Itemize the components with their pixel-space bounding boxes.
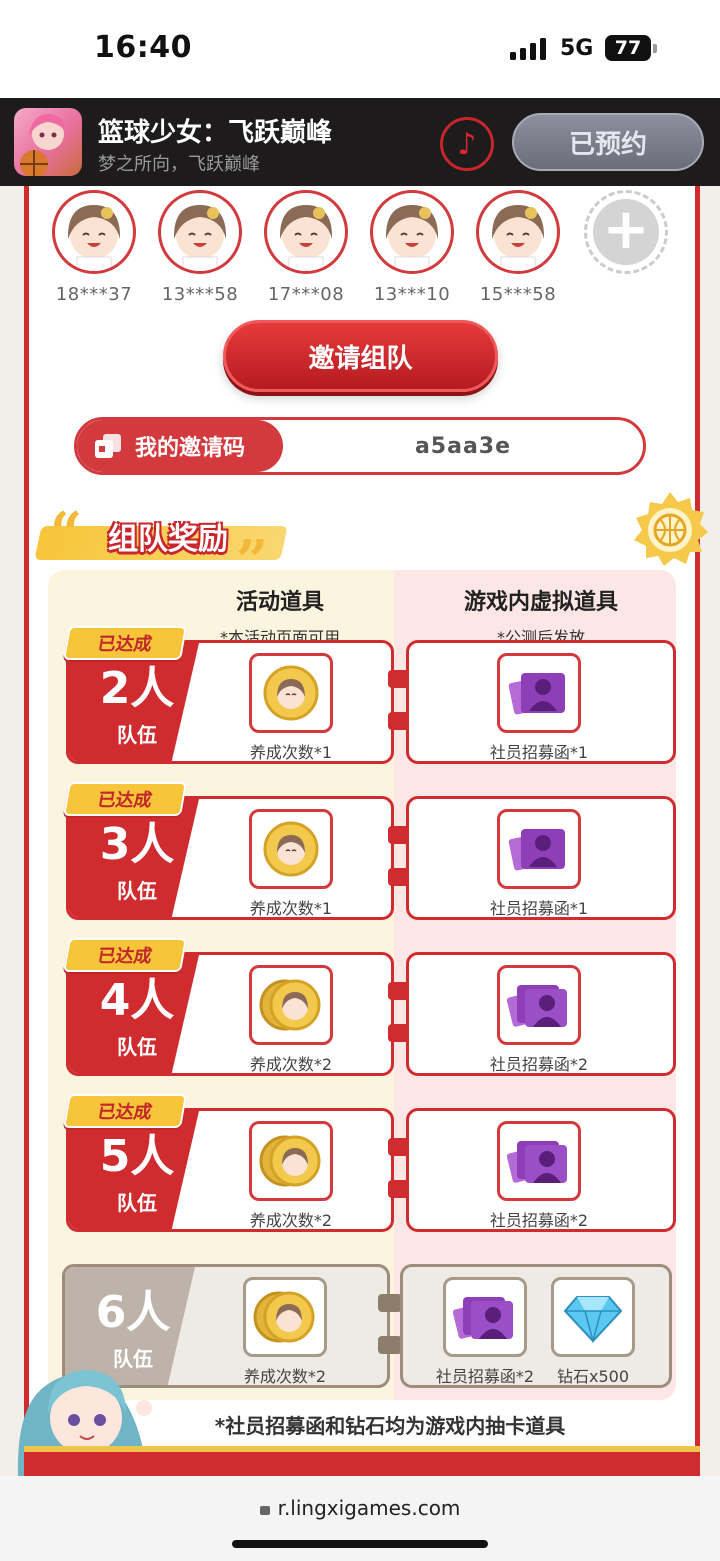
achieved-badge: 已达成 <box>63 782 187 816</box>
member-number: 18***37 <box>55 284 133 305</box>
tier-people: 2人 <box>99 663 175 714</box>
connector <box>378 1294 402 1312</box>
left-item-label: 养成次数*1 <box>249 899 333 918</box>
coin-stack-item[interactable] <box>243 1277 327 1357</box>
home-indicator[interactable] <box>232 1540 488 1548</box>
member-number: 13***10 <box>373 284 451 305</box>
tier-row: 3人 队伍 养成次数*1 已达成 社员招募函*1 <box>63 782 680 924</box>
member-slot: 13***10 <box>370 190 454 305</box>
avatar <box>52 190 136 274</box>
ingame-items-header: 游戏内虚拟道具 *公测后发放 <box>420 584 662 648</box>
lock-icon <box>259 1506 270 1515</box>
avatar <box>370 190 454 274</box>
tier-right-panel: 社员招募函*2 <box>406 1108 676 1232</box>
right-item-label: 社员招募函*1 <box>489 899 589 918</box>
recruit-letter-item[interactable] <box>497 1121 581 1201</box>
left-item-label: 养成次数*2 <box>243 1367 327 1386</box>
basketball-badge-icon <box>634 492 708 566</box>
status-time: 16:40 <box>94 30 192 65</box>
tier-row: 4人 队伍 养成次数*2 已达成 社员招募函*2 <box>63 938 680 1080</box>
coin-stack-item[interactable] <box>249 1121 333 1201</box>
invite-code-label: 我的邀请码 <box>77 420 283 472</box>
tier-team-label: 队伍 <box>117 879 157 903</box>
right-item-label: 社员招募函*1 <box>489 743 589 762</box>
avatar <box>264 190 348 274</box>
signal-icon <box>510 38 546 60</box>
app-title: 篮球少女：飞跃巅峰 <box>98 118 333 148</box>
section-title-text: 组队奖励 <box>108 522 228 557</box>
right-item-label: 社员招募函*2 <box>489 1055 589 1074</box>
coin-stack-item[interactable] <box>249 965 333 1045</box>
right-item-label: 社员招募函*2 <box>489 1211 589 1230</box>
status-bar: 16:40 5G 77 <box>0 0 720 98</box>
column-title: 活动道具 <box>235 590 324 615</box>
member-number: 13***58 <box>161 284 239 305</box>
member-slot: 18***37 <box>52 190 136 305</box>
tier-right-panel: 社员招募函*2 钻石x500 <box>400 1264 672 1388</box>
tier-right-panel: 社员招募函*1 <box>406 796 676 920</box>
achieved-badge: 已达成 <box>63 626 187 660</box>
battery-level: 77 <box>614 37 642 59</box>
member-number: 15***58 <box>479 284 557 305</box>
recruit-letter-item[interactable] <box>497 653 581 733</box>
avatar <box>158 190 242 274</box>
url-bar[interactable]: r.lingxigames.com <box>0 1496 720 1520</box>
section-title: “ 组队奖励 ” <box>34 500 288 594</box>
tier-right-panel: 社员招募函*1 <box>406 640 676 764</box>
app-subtitle: 梦之所向，飞跃巅峰 <box>98 154 260 175</box>
recruit-letter-item[interactable] <box>497 809 581 889</box>
achieved-badge: 已达成 <box>63 1094 187 1128</box>
diamond-item[interactable] <box>551 1277 635 1357</box>
tier-right-panel: 社员招募函*2 <box>406 952 676 1076</box>
member-number: 17***08 <box>267 284 345 305</box>
plus-icon: + <box>593 199 659 265</box>
left-item-label: 养成次数*2 <box>249 1211 333 1230</box>
invite-code-value[interactable]: a5aa3e <box>283 420 643 472</box>
tier-team-label: 队伍 <box>117 1191 157 1215</box>
tier-people: 5人 <box>99 1131 175 1182</box>
app-icon[interactable] <box>14 108 82 176</box>
invite-code-box[interactable]: 我的邀请码 a5aa3e <box>74 417 646 475</box>
cards-icon <box>95 434 121 458</box>
quote-open-icon: “ <box>50 500 83 566</box>
tier-people: 4人 <box>99 975 175 1026</box>
url-text: r.lingxigames.com <box>277 1496 461 1520</box>
tier-row: 5人 队伍 养成次数*2 已达成 社员招募函*2 <box>63 1094 680 1236</box>
music-note-icon[interactable]: ♪ <box>440 117 494 171</box>
recruit-letter-item[interactable] <box>497 965 581 1045</box>
right-item-label: 钻石x500 <box>556 1367 629 1386</box>
member-slot: 15***58 <box>476 190 560 305</box>
connector <box>378 1336 402 1354</box>
card-bottom-border <box>24 1446 700 1476</box>
app-banner: 篮球少女：飞跃巅峰 梦之所向，飞跃巅峰 ♪ 已预约 <box>0 98 720 186</box>
avatar <box>476 190 560 274</box>
browser-bottom-bar: r.lingxigames.com <box>0 1476 720 1561</box>
tier-people: 6人 <box>95 1287 171 1338</box>
battery-icon: 77 <box>605 35 657 61</box>
member-slot: 13***58 <box>158 190 242 305</box>
reserved-button[interactable]: 已预约 <box>512 113 704 171</box>
column-title: 游戏内虚拟道具 <box>463 590 618 615</box>
coin-item[interactable] <box>249 653 333 733</box>
tier-team-label: 队伍 <box>117 723 157 747</box>
recruit-letter-item[interactable] <box>443 1277 527 1357</box>
achieved-badge: 已达成 <box>63 938 187 972</box>
activity-items-header: 活动道具 *本活动页面可用 <box>180 584 380 648</box>
member-slot: 17***08 <box>264 190 348 305</box>
tier-row: 2人 队伍 养成次数*1 已达成 社员招募函*1 <box>63 626 680 768</box>
tier-team-label: 队伍 <box>117 1035 157 1059</box>
tier-people: 3人 <box>99 819 175 870</box>
left-item-label: 养成次数*1 <box>249 743 333 762</box>
network-type: 5G <box>560 36 594 61</box>
add-member-button[interactable]: + <box>584 190 668 274</box>
left-item-label: 养成次数*2 <box>249 1055 333 1074</box>
invite-team-button[interactable]: 邀请组队 <box>223 320 498 392</box>
coin-item[interactable] <box>249 809 333 889</box>
